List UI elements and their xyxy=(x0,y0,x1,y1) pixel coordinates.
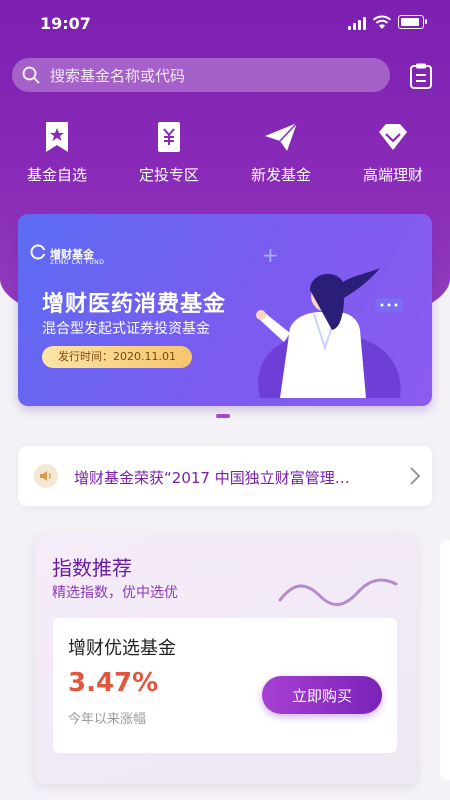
quick-nav: 基金自选 定投专区 新发基金 高端理财 xyxy=(0,118,450,188)
fund-rate-label: 今年以来涨幅 xyxy=(68,712,147,727)
recommend-title: 指数推荐 xyxy=(52,556,132,580)
quick-nav-label: 新发基金 xyxy=(250,166,311,184)
quick-nav-label: 定投专区 xyxy=(138,166,199,184)
quick-nav-item-watchlist[interactable]: 基金自选 xyxy=(2,118,112,185)
speaker-icon xyxy=(34,464,58,488)
quick-nav-item-plan[interactable]: 定投专区 xyxy=(114,118,224,185)
search-icon xyxy=(22,66,40,84)
banner-date-badge: 发行时间：2020.11.01 xyxy=(42,346,192,368)
bookmark-star-icon xyxy=(46,122,68,152)
clipboard-icon[interactable] xyxy=(408,62,434,90)
wave-decoration-icon xyxy=(278,578,398,606)
search-input[interactable] xyxy=(48,58,382,94)
quick-nav-label: 基金自选 xyxy=(26,166,87,184)
recommend-subtitle: 精选指数，优中选优 xyxy=(52,585,178,601)
doctor-illustration: + + xyxy=(256,243,403,398)
notice-bar[interactable]: 增财基金荣获“2017 中国独立财富管理… xyxy=(18,446,432,506)
quick-nav-item-new-fund[interactable]: 新发基金 xyxy=(226,118,336,185)
banner-title: 增财医药消费基金 xyxy=(42,292,227,317)
buy-now-button[interactable]: 立即购买 xyxy=(262,676,382,714)
status-bar: 19:07 xyxy=(0,0,450,44)
yen-ticket-icon xyxy=(158,122,180,152)
diamond-icon xyxy=(379,124,407,150)
search-bar[interactable] xyxy=(12,58,390,94)
wifi-icon xyxy=(372,15,392,29)
svg-text:+: + xyxy=(262,243,279,267)
next-card-peek[interactable] xyxy=(440,540,450,780)
fund-rate: 3.47% xyxy=(68,668,159,698)
signal-icon xyxy=(348,16,368,30)
paper-plane-icon xyxy=(265,122,298,151)
fund-logo-icon xyxy=(30,244,47,260)
notice-text: 增财基金荣获“2017 中国独立财富管理… xyxy=(74,469,350,487)
chevron-right-icon xyxy=(410,467,421,485)
banner-subtitle: 混合型发起式证券投资基金 xyxy=(42,321,210,337)
quick-nav-label: 高端理财 xyxy=(362,166,423,184)
quick-nav-item-premium[interactable]: 高端理财 xyxy=(338,118,448,185)
banner-page-indicator xyxy=(216,414,230,418)
status-time: 19:07 xyxy=(40,14,91,33)
banner-logo-sub: ZENG CAI FUND xyxy=(50,259,105,266)
battery-icon xyxy=(398,15,427,29)
fund-name: 增财优选基金 xyxy=(68,638,176,659)
